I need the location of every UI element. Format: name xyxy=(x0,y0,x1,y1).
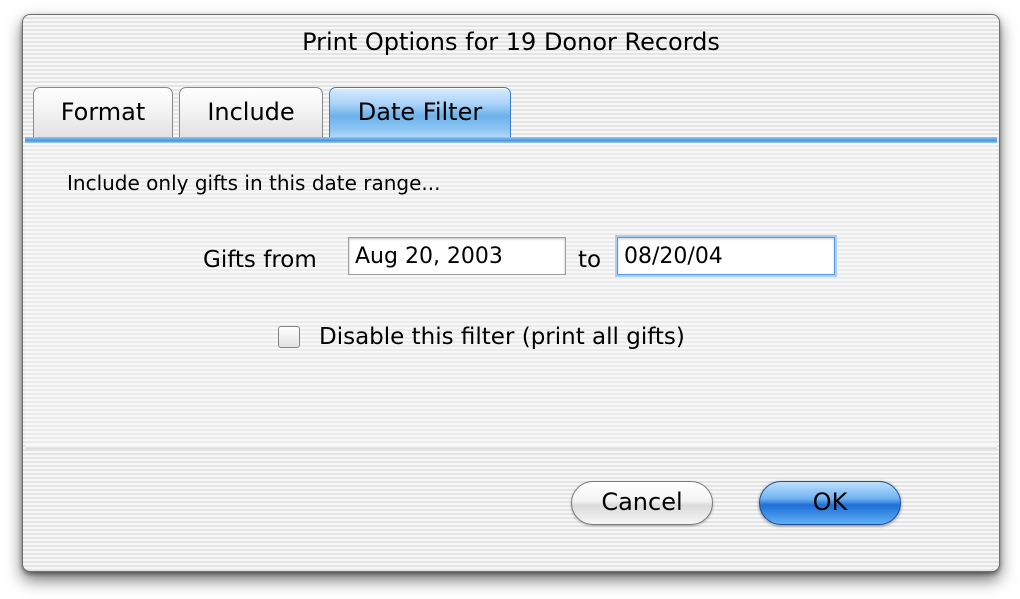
dialog-title: Print Options for 19 Donor Records xyxy=(302,28,720,56)
ok-button[interactable]: OK xyxy=(759,481,901,525)
print-options-dialog: Print Options for 19 Donor Records Forma… xyxy=(22,14,1000,572)
tab-include[interactable]: Include xyxy=(179,87,323,140)
tab-date-filter[interactable]: Date Filter xyxy=(329,87,511,142)
gifts-to-label: to xyxy=(578,247,602,273)
tab-format-label: Format xyxy=(60,98,146,126)
intro-text: Include only gifts in this date range... xyxy=(67,171,441,195)
disable-filter-label: Disable this filter (print all gifts) xyxy=(319,324,685,350)
gifts-from-label: Gifts from xyxy=(203,247,317,273)
disable-filter-checkbox[interactable] xyxy=(278,326,300,348)
tab-date-filter-label: Date Filter xyxy=(357,98,483,126)
gifts-to-date-field[interactable] xyxy=(617,237,835,275)
tab-format[interactable]: Format xyxy=(33,87,173,140)
panel-divider xyxy=(25,445,997,449)
gifts-from-date-field[interactable] xyxy=(348,237,566,275)
cancel-button[interactable]: Cancel xyxy=(571,481,713,525)
tab-include-label: Include xyxy=(207,98,295,126)
